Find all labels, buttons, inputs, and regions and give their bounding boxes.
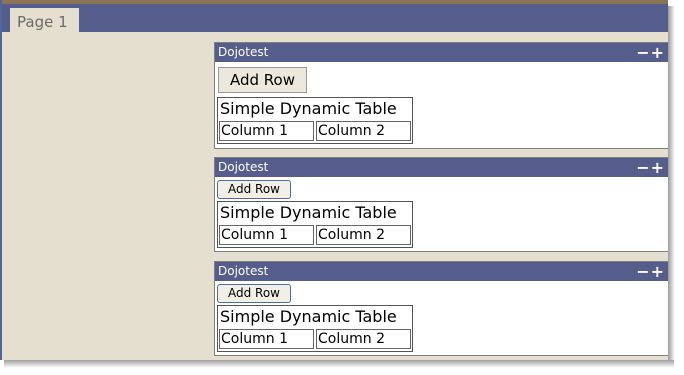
tab-page-1[interactable]: Page 1 [10,8,79,36]
page-frame: Page 1 Dojotest −+ Add Row Simple Dynami… [0,0,668,360]
minimize-maximize-icon[interactable]: −+ [636,158,665,177]
table-header-row: Column 1 Column 2 [218,328,412,351]
portlet-dojotest-1: Dojotest −+ Add Row Simple Dynamic Table… [214,42,668,149]
portlet-title-bar: Dojotest −+ [215,43,668,62]
table-header-row: Column 1 Column 2 [218,120,412,143]
column-header-2: Column 2 [316,225,411,245]
table-caption: Simple Dynamic Table [220,203,397,222]
tab-bar: Page 1 [2,4,668,36]
simple-dynamic-table: Simple Dynamic Table Column 1 Column 2 [217,305,413,352]
portlet-dojotest-3: Dojotest −+ Add Row Simple Dynamic Table… [214,261,668,356]
add-row-button[interactable]: Add Row [217,284,291,303]
window-shadow-right [668,6,675,364]
portlet-title-bar: Dojotest −+ [215,158,668,177]
table-header-row: Column 1 Column 2 [218,224,412,247]
table-caption: Simple Dynamic Table [220,99,397,118]
portlet-title: Dojotest [218,160,269,174]
simple-dynamic-table: Simple Dynamic Table Column 1 Column 2 [217,201,413,248]
portlet-title: Dojotest [218,45,269,59]
minimize-maximize-icon[interactable]: −+ [636,262,665,281]
column-header-2: Column 2 [316,329,411,349]
add-row-button[interactable]: Add Row [218,67,307,93]
column-header-1: Column 1 [219,329,314,349]
column-header-2: Column 2 [316,121,411,141]
portlet-title-bar: Dojotest −+ [215,262,668,281]
column-header-1: Column 1 [219,121,314,141]
minimize-maximize-icon[interactable]: −+ [636,43,665,62]
table-caption: Simple Dynamic Table [220,307,397,326]
column-header-1: Column 1 [219,225,314,245]
portlet-title: Dojotest [218,264,269,278]
window-shadow-bottom [4,360,674,368]
add-row-button[interactable]: Add Row [217,180,291,199]
portlet-dojotest-2: Dojotest −+ Add Row Simple Dynamic Table… [214,157,668,252]
tab-label: Page 1 [17,13,68,31]
simple-dynamic-table: Simple Dynamic Table Column 1 Column 2 [217,97,413,144]
